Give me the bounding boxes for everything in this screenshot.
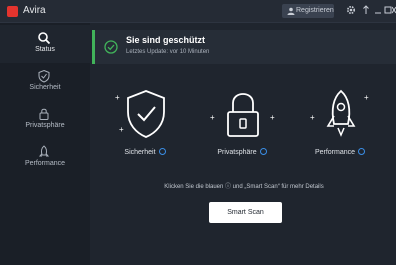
smart-scan-button[interactable]: Smart Scan [209, 202, 282, 223]
feature-security-label: Sicherheit [124, 149, 156, 156]
minimize-icon[interactable] [373, 5, 383, 15]
feature-label: Sicherheit [105, 148, 185, 157]
privacy-icon [39, 108, 49, 120]
title-bar: Avira Registrieren [0, 0, 396, 23]
sparkle-icon: + [270, 113, 275, 122]
feature-label: Privatsphäre [202, 148, 282, 157]
hint-text: Klicken Sie die blauen ⓘ und „Smart Scan… [164, 184, 324, 190]
feature-privacy[interactable]: + + Privatsphäre [202, 88, 282, 168]
app-name: Avira [23, 5, 46, 16]
app-window: Avira Registrieren Status Sicherheit Pri… [0, 0, 396, 265]
register-label: Registrieren [296, 7, 334, 14]
sparkle-icon: + [119, 125, 124, 134]
check-circle-icon [104, 40, 118, 54]
sidebar-item-status[interactable]: Status [0, 25, 90, 63]
sidebar-item-label: Status [35, 46, 55, 53]
security-icon [38, 69, 50, 83]
sidebar-item-security[interactable]: Sicherheit [0, 63, 90, 101]
sidebar-item-label: Performance [24, 160, 66, 167]
info-icon[interactable] [358, 148, 366, 155]
notifications-icon[interactable] [361, 5, 371, 15]
avira-logo-icon [7, 6, 18, 17]
user-icon [287, 7, 295, 15]
rocket-icon [326, 89, 356, 137]
sidebar-item-privacy[interactable]: Privatsphäre [0, 101, 90, 139]
status-title: Sie sind geschützt [126, 35, 206, 45]
sidebar-item-label: Sicherheit [29, 84, 61, 91]
close-icon[interactable] [392, 5, 396, 15]
performance-icon [38, 145, 50, 157]
feature-privacy-label: Privatsphäre [217, 149, 257, 156]
feature-security[interactable]: + + Sicherheit [105, 88, 185, 168]
info-icon[interactable] [158, 148, 166, 155]
gear-icon[interactable] [346, 5, 356, 15]
status-banner: Sie sind geschützt Letztes Update: vor 1… [92, 30, 396, 64]
sparkle-icon: + [364, 93, 369, 102]
search-icon [38, 32, 51, 45]
feature-performance-label: Performance [314, 149, 356, 156]
sparkle-icon: + [310, 113, 315, 122]
sidebar-item-label: Privatsphäre [25, 122, 65, 129]
feature-label: Performance [300, 148, 380, 157]
status-subtitle: Letztes Update: vor 10 Minuten [126, 49, 210, 55]
register-button[interactable]: Registrieren [282, 4, 334, 18]
sparkle-icon: + [115, 93, 120, 102]
info-icon[interactable] [259, 148, 267, 155]
sparkle-icon: + [210, 113, 215, 122]
feature-performance[interactable]: + + Performance [300, 88, 380, 168]
shield-check-icon [127, 90, 165, 138]
sidebar-item-performance[interactable]: Performance [0, 139, 90, 177]
sidebar: Status Sicherheit Privatsphäre Performan… [0, 23, 90, 265]
padlock-icon [227, 93, 259, 137]
